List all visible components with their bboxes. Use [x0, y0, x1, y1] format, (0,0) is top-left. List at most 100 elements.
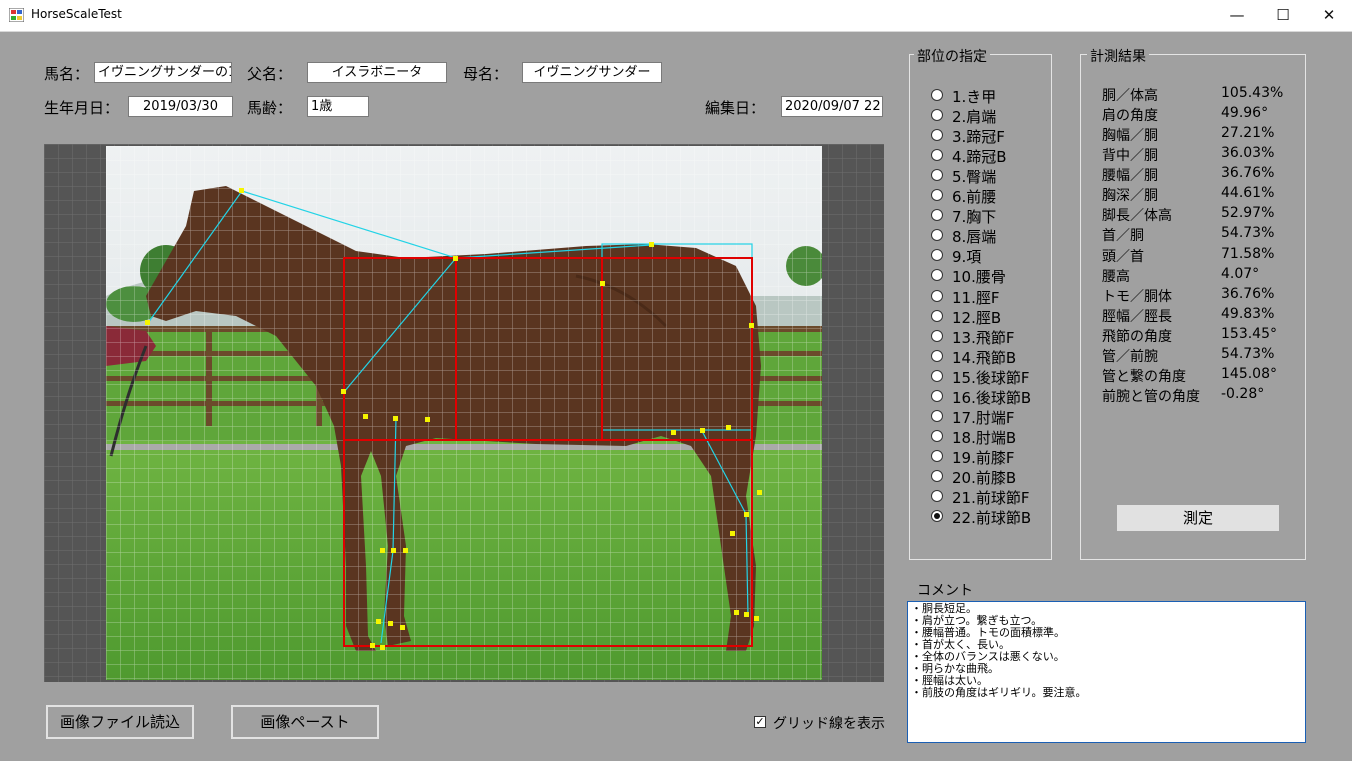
check-icon: ✓ — [755, 715, 765, 728]
results-group-title: 計測結果 — [1087, 46, 1149, 66]
part-radio-label: 3.蹄冠F — [952, 128, 1005, 147]
result-name: 肩の角度 — [1102, 108, 1158, 125]
part-radio-label: 1.き甲 — [952, 88, 997, 106]
result-name: 背中／胴 — [1102, 148, 1158, 165]
birthdate-input[interactable]: 2019/03/30 — [128, 96, 233, 117]
part-radio-label: 4.蹄冠B — [952, 148, 1007, 167]
horse-photo[interactable] — [106, 146, 822, 680]
radio-button-icon[interactable] — [931, 89, 943, 101]
radio-button-icon[interactable] — [931, 289, 943, 302]
close-button[interactable]: ✕ — [1306, 0, 1352, 31]
grid-checkbox-label[interactable]: グリッド線を表示 — [773, 713, 885, 733]
radio-button-icon[interactable] — [931, 349, 943, 362]
radio-button-icon[interactable] — [931, 449, 943, 462]
radio-button-icon[interactable] — [931, 109, 943, 122]
radio-button-icon[interactable] — [931, 369, 943, 382]
part-radio-label: 12.脛B — [952, 308, 1002, 327]
result-name: 腰幅／胴 — [1102, 168, 1158, 185]
part-radio-label: 6.前腰 — [952, 188, 997, 207]
age-label: 馬齢： — [247, 99, 293, 117]
birthdate-label: 生年月日： — [44, 99, 120, 117]
result-value: 36.76% — [1221, 165, 1275, 182]
radio-button-icon[interactable] — [931, 329, 943, 342]
result-value: 145.08° — [1221, 365, 1277, 382]
comment-line: ・前肢の角度はギリギリ。要注意。 — [911, 686, 1087, 699]
result-name: 胴／体高 — [1102, 88, 1158, 104]
part-radio-label: 15.後球節F — [952, 368, 1030, 387]
parts-group-title: 部位の指定 — [914, 46, 990, 66]
part-radio-label: 14.飛節B — [952, 348, 1017, 367]
title-bar: HorseScaleTest — ☐ ✕ — [0, 0, 1352, 32]
edit-date-input[interactable]: 2020/09/07 22 — [781, 96, 883, 117]
maximize-button[interactable]: ☐ — [1260, 0, 1306, 31]
image-canvas[interactable] — [44, 144, 884, 682]
part-radio-label: 21.前球節F — [952, 489, 1030, 507]
result-name: 前腕と管の角度 — [1102, 389, 1200, 406]
result-name: 胸幅／胴 — [1102, 128, 1158, 145]
part-radio-label: 2.肩端 — [952, 108, 997, 127]
radio-button-icon[interactable] — [931, 490, 943, 502]
sire-input[interactable]: イスラボニータ — [307, 62, 447, 83]
result-name: 管と繋の角度 — [1102, 368, 1186, 385]
load-image-button[interactable]: 画像ファイル読込 — [46, 705, 194, 739]
part-radio-label: 18.肘端B — [952, 428, 1017, 447]
age-input[interactable]: 1歳 — [307, 96, 369, 117]
result-name: 飛節の角度 — [1102, 328, 1172, 345]
part-radio-label: 17.肘端F — [952, 408, 1015, 427]
result-value: 36.03% — [1221, 145, 1275, 162]
dam-label: 母名： — [463, 65, 509, 83]
result-value: -0.28° — [1221, 386, 1265, 403]
grid-checkbox[interactable]: ✓ — [754, 716, 766, 728]
part-radio-label: 20.前膝B — [952, 468, 1017, 487]
maximize-icon: ☐ — [1276, 6, 1290, 24]
radio-button-icon[interactable] — [931, 389, 943, 402]
radio-button-icon[interactable] — [931, 409, 943, 422]
app-icon — [9, 8, 24, 22]
result-value: 27.21% — [1221, 125, 1275, 142]
result-value: 4.07° — [1221, 265, 1260, 282]
comment-textarea[interactable]: ・胴長短足。 ・肩が立つ。繋ぎも立つ。 ・腰幅普通。トモの面積標準。 ・首が太く、長い… — [907, 601, 1306, 743]
radio-button-icon[interactable] — [931, 469, 943, 482]
edit-date-label: 編集日： — [705, 99, 766, 117]
close-icon: ✕ — [1322, 6, 1336, 24]
paste-image-button[interactable]: 画像ペースト — [231, 705, 379, 739]
result-name: 胸深／胴 — [1102, 188, 1158, 205]
minimize-button[interactable]: — — [1214, 0, 1260, 31]
measure-button[interactable]: 測定 — [1117, 505, 1279, 531]
window-title: HorseScaleTest — [31, 7, 122, 21]
part-radio-label: 16.後球節B — [952, 388, 1032, 407]
result-value: 36.76% — [1221, 285, 1275, 302]
result-name: トモ／胴体 — [1102, 288, 1172, 305]
part-radio-label: 5.臀端 — [952, 168, 997, 187]
part-radio-label: 13.飛節F — [952, 328, 1015, 347]
result-value: 54.73% — [1221, 225, 1275, 242]
part-radio-label: 11.脛F — [952, 288, 1000, 307]
result-value: 105.43% — [1221, 85, 1284, 101]
dam-input[interactable]: イヴニングサンダー — [522, 62, 662, 83]
result-value: 49.96° — [1221, 105, 1269, 122]
part-radio-label: 19.前膝F — [952, 448, 1015, 467]
radio-button-icon[interactable] — [931, 129, 943, 142]
radio-button-icon[interactable] — [931, 429, 943, 442]
minimize-icon: — — [1229, 6, 1245, 24]
result-value: 52.97% — [1221, 205, 1275, 222]
radio-button-icon[interactable] — [931, 510, 943, 523]
horse-photo-svg — [106, 146, 822, 680]
result-value: 153.45° — [1221, 325, 1277, 342]
part-radio-label: 7.胸下 — [952, 208, 997, 227]
result-name: 首／胴 — [1102, 228, 1144, 245]
part-radio-label: 10.腰骨 — [952, 268, 1006, 287]
horse-name-label: 馬名： — [44, 65, 90, 83]
radio-button-icon[interactable] — [931, 309, 943, 322]
part-radio-label: 22.前球節B — [952, 509, 1032, 528]
part-radio-label: 8.唇端 — [952, 228, 997, 247]
result-name: 脛幅／脛長 — [1102, 308, 1172, 325]
horse-name-input[interactable]: イヴニングサンダーの19 — [94, 62, 232, 83]
result-name: 腰高 — [1102, 268, 1130, 285]
result-name: 管／前腕 — [1102, 348, 1158, 365]
result-value: 71.58% — [1221, 245, 1275, 262]
result-name: 頭／首 — [1102, 248, 1144, 265]
part-radio-label: 9.項 — [952, 248, 982, 267]
comment-label: コメント — [917, 583, 973, 599]
result-value: 49.83% — [1221, 305, 1275, 322]
